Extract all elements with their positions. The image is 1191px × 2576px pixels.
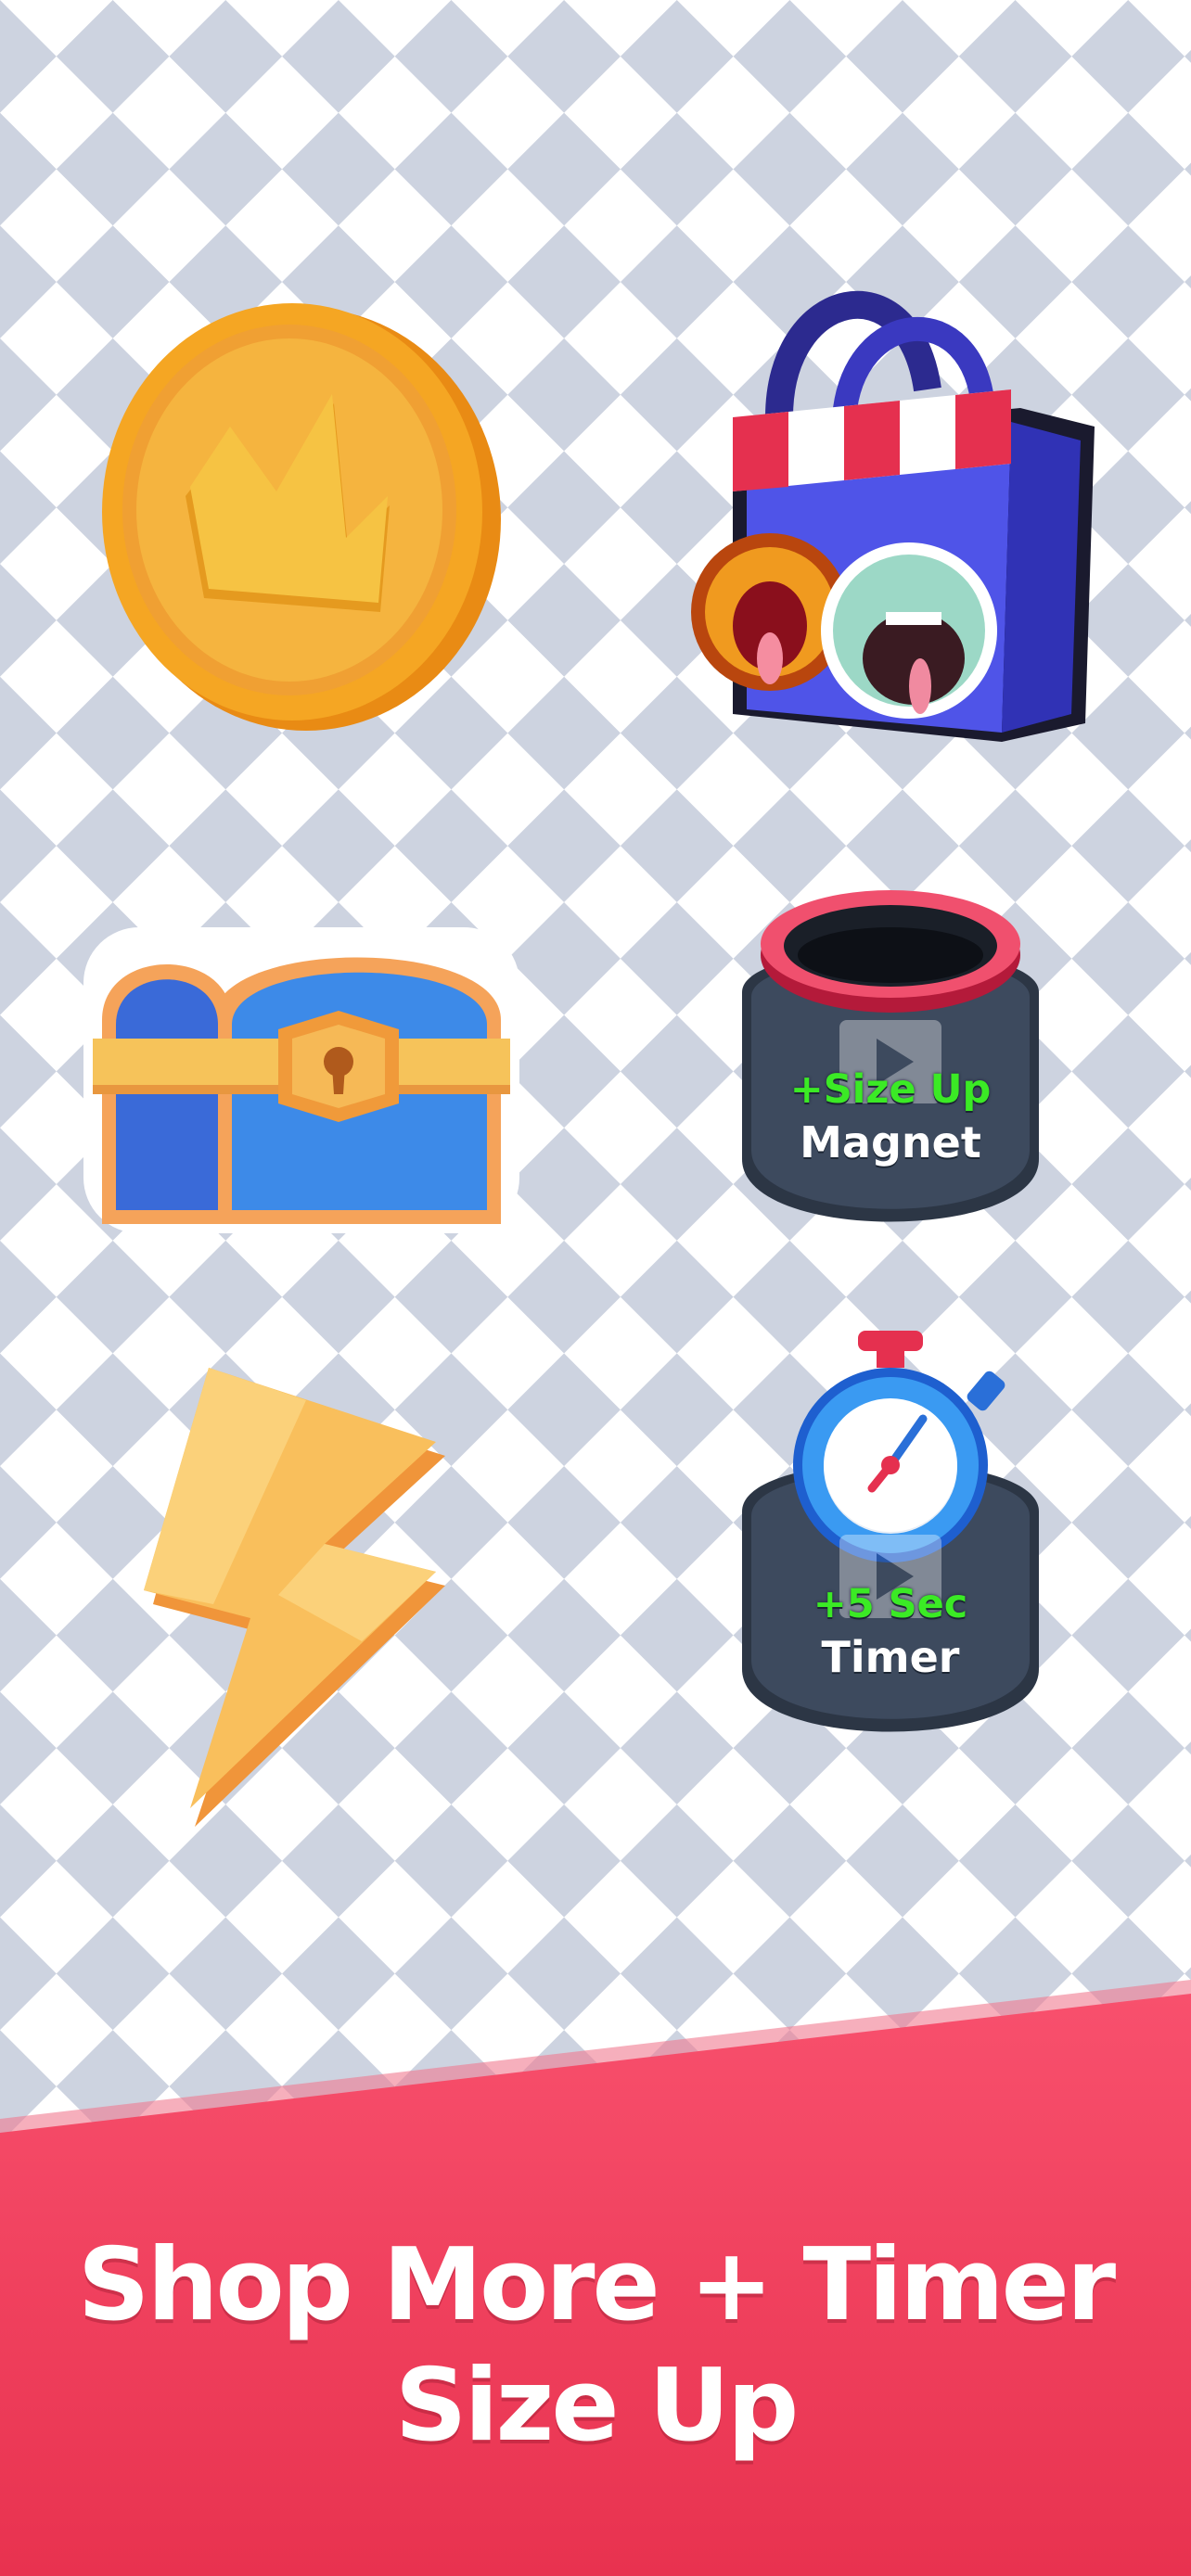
magnet-item[interactable]: +Size Up Magnet bbox=[724, 881, 1057, 1243]
shop-item bbox=[677, 278, 1104, 742]
caption-text: Shop More + Timer Size Up bbox=[0, 2225, 1191, 2467]
caption-line2: Size Up bbox=[394, 2348, 800, 2464]
stopwatch-icon bbox=[742, 1331, 1039, 1732]
chest-item bbox=[83, 927, 519, 1243]
bolt-item bbox=[139, 1363, 464, 1836]
timer-badge-line2: Timer bbox=[821, 1632, 960, 1682]
timer-badge-line1: +5 Sec bbox=[813, 1581, 968, 1627]
timer-item[interactable]: +5 Sec Timer bbox=[724, 1326, 1057, 1753]
caption-line1: Shop More + Timer bbox=[77, 2227, 1116, 2343]
hole-magnet-icon bbox=[742, 890, 1039, 1222]
lightning-bolt-icon bbox=[144, 1368, 445, 1827]
coin-item bbox=[83, 278, 519, 742]
shop-bag-icon bbox=[691, 290, 1095, 742]
treasure-chest-icon bbox=[83, 927, 519, 1233]
magnet-badge-line2: Magnet bbox=[800, 1117, 981, 1167]
magnet-badge-line1: +Size Up bbox=[789, 1066, 992, 1113]
crown-coin-icon bbox=[102, 303, 501, 731]
